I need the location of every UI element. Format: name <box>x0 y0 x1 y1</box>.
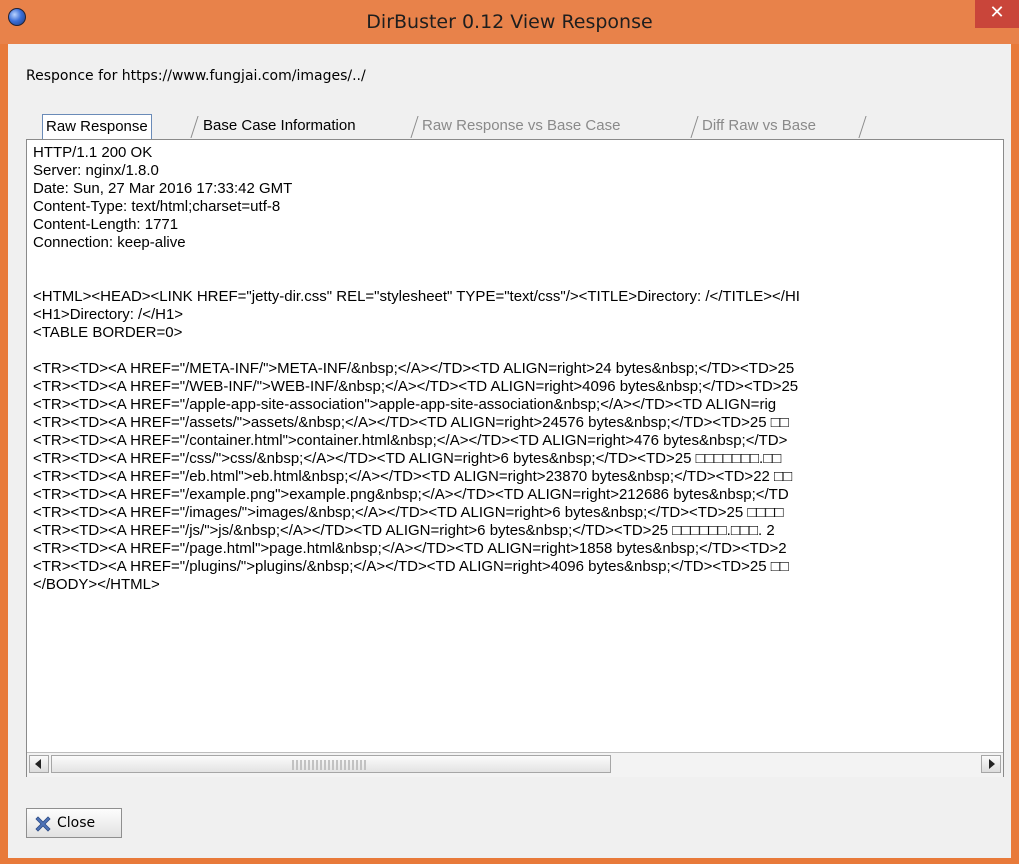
tab-separator <box>690 116 700 138</box>
title-bar[interactable]: DirBuster 0.12 View Response ✕ <box>0 0 1019 44</box>
window-title: DirBuster 0.12 View Response <box>366 11 653 33</box>
arrow-right-icon <box>989 759 995 769</box>
thumb-grip <box>292 760 368 770</box>
tab-raw-vs-base-case[interactable]: Raw Response vs Base Case <box>422 114 620 138</box>
close-button[interactable]: Close <box>26 808 122 838</box>
response-url-label: Responce for https://www.fungjai.com/ima… <box>26 68 366 84</box>
dialog-window: DirBuster 0.12 View Response ✕ Responce … <box>0 0 1019 864</box>
close-x-icon <box>35 816 51 832</box>
window-close-icon[interactable]: ✕ <box>975 0 1019 28</box>
tab-separator <box>858 116 868 138</box>
scrollbar-thumb[interactable] <box>51 755 611 773</box>
tab-diff-raw-vs-base[interactable]: Diff Raw vs Base <box>702 114 816 138</box>
arrow-left-icon <box>35 759 41 769</box>
scroll-left-button[interactable] <box>29 755 49 773</box>
raw-response-text-area[interactable]: HTTP/1.1 200 OK Server: nginx/1.8.0 Date… <box>26 139 1004 777</box>
tab-raw-response[interactable]: Raw Response <box>42 114 152 140</box>
dialog-client-area: Responce for https://www.fungjai.com/ima… <box>8 44 1011 858</box>
tab-base-case-information[interactable]: Base Case Information <box>203 114 356 138</box>
close-button-label: Close <box>57 815 96 831</box>
tab-separator <box>410 116 420 138</box>
scroll-right-button[interactable] <box>981 755 1001 773</box>
horizontal-scrollbar[interactable] <box>27 752 1003 777</box>
tab-separator <box>190 116 200 138</box>
raw-response-text: HTTP/1.1 200 OK Server: nginx/1.8.0 Date… <box>33 144 800 593</box>
